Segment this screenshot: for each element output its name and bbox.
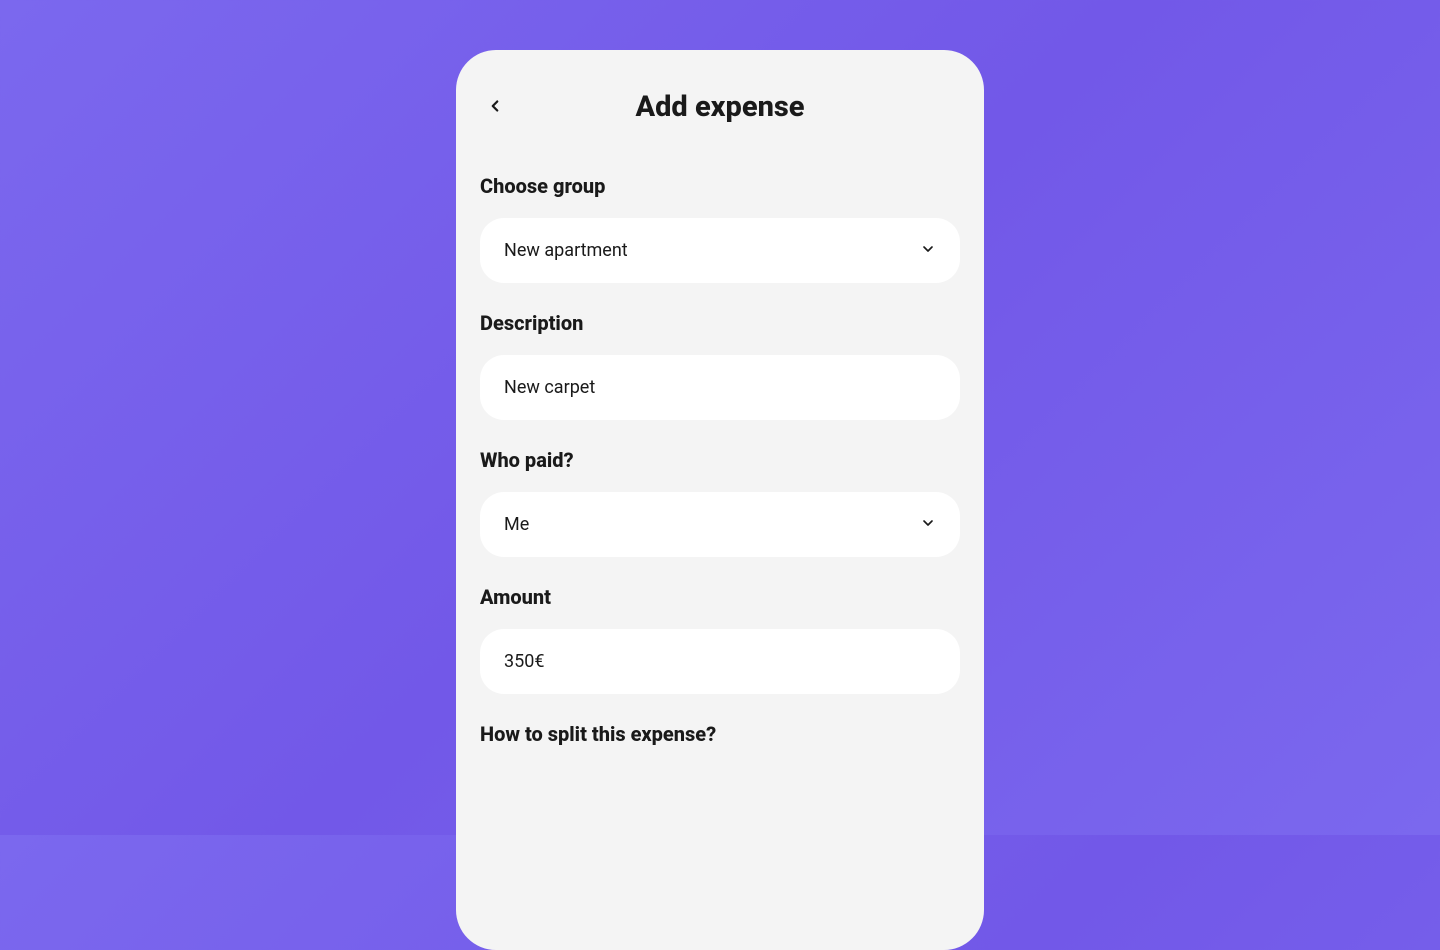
group-label: Choose group — [480, 174, 960, 198]
split-section: How to split this expense? — [480, 722, 960, 746]
description-label: Description — [480, 311, 960, 335]
group-select[interactable]: New apartment — [480, 218, 960, 283]
group-select-value: New apartment — [504, 240, 628, 261]
page-title: Add expense — [635, 90, 804, 124]
amount-section: Amount — [480, 585, 960, 694]
chevron-down-icon — [920, 515, 936, 535]
expense-form-screen: Add expense Choose group New apartment D… — [456, 50, 984, 950]
chevron-left-icon — [486, 97, 504, 118]
split-label: How to split this expense? — [480, 722, 960, 746]
description-input[interactable] — [480, 355, 960, 420]
group-section: Choose group New apartment — [480, 174, 960, 283]
description-section: Description — [480, 311, 960, 420]
chevron-down-icon — [920, 241, 936, 261]
payer-section: Who paid? Me — [480, 448, 960, 557]
payer-select-value: Me — [504, 514, 529, 535]
payer-select[interactable]: Me — [480, 492, 960, 557]
back-button[interactable] — [480, 92, 510, 122]
payer-label: Who paid? — [480, 448, 960, 472]
header: Add expense — [480, 90, 960, 124]
amount-label: Amount — [480, 585, 960, 609]
amount-input[interactable] — [480, 629, 960, 694]
